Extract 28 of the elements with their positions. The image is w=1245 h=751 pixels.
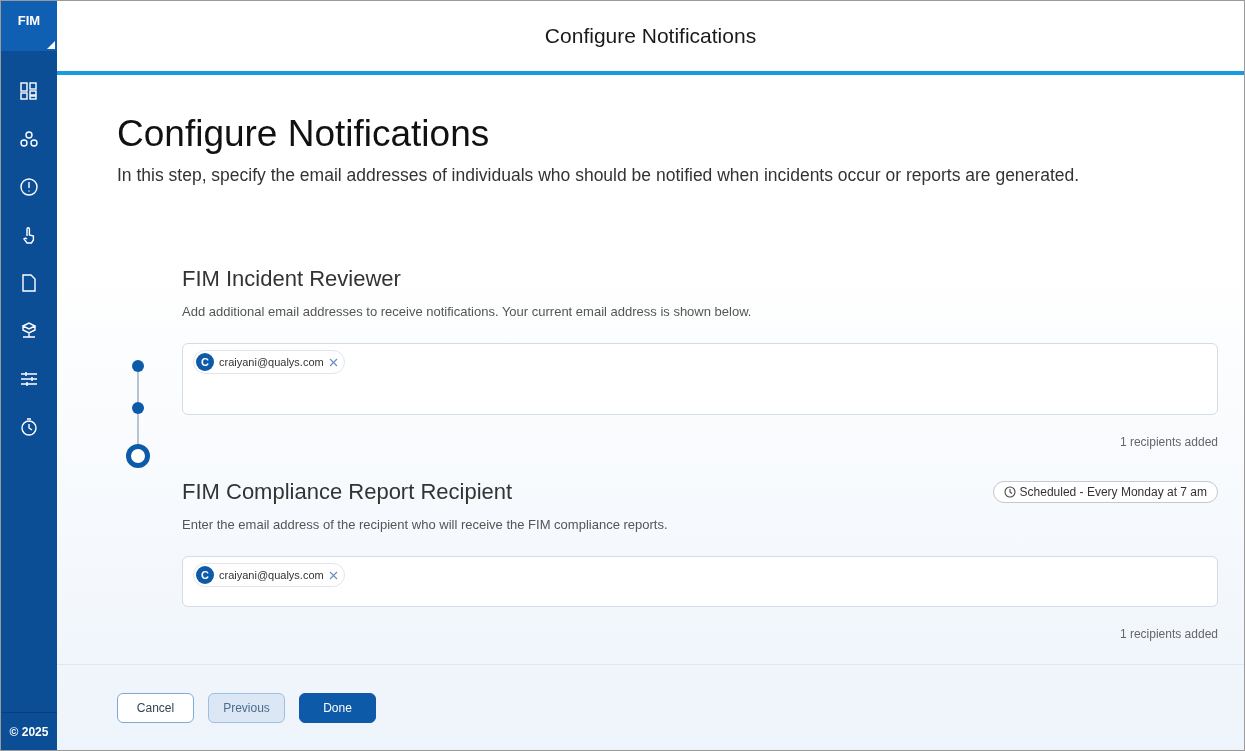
network-box-icon[interactable] (19, 321, 39, 341)
clock-icon (1003, 486, 1016, 498)
page-title: Configure Notifications (117, 113, 491, 155)
email-input-field[interactable]: C craiyani@qualys.com (182, 556, 1218, 607)
section-description: Enter the email address of the recipient who will receive the FIM compliance reports. (182, 517, 669, 532)
avatar-initial: C (196, 353, 214, 371)
sliders-icon[interactable] (19, 369, 39, 389)
section-title: FIM Incident Reviewer (182, 266, 401, 292)
recipient-count: 1 recipients added (1118, 435, 1218, 449)
schedule-text: Scheduled - Every Monday at 7 am (1019, 485, 1207, 499)
outline-button[interactable]: Cancel (117, 692, 194, 723)
email-input-field[interactable]: C craiyani@qualys.com (182, 343, 1218, 415)
dashboard-icon[interactable] (19, 81, 39, 101)
email-text: craiyani@qualys.com (219, 356, 324, 368)
avatar-initial: C (196, 566, 214, 584)
document-icon[interactable] (19, 273, 39, 293)
app-logo[interactable]: FIM (1, 1, 57, 51)
email-text: craiyani@qualys.com (219, 569, 324, 581)
section-title: FIM Compliance Report Recipient (182, 479, 513, 505)
primary-button[interactable]: Done (299, 692, 376, 723)
clock-icon[interactable] (19, 417, 39, 437)
nodes-icon[interactable] (19, 129, 39, 149)
alert-icon[interactable] (19, 177, 39, 197)
recipient-count: 1 recipients added (1118, 627, 1218, 641)
secondary-button[interactable]: Previous (208, 692, 285, 723)
corner-triangle-icon (47, 41, 55, 49)
section-description: Add additional email addresses to receive notifications. Your current email address is shown below. (182, 304, 753, 319)
page-description: In this step, specify the email addresses of individuals who should be notified when incidents occur or reports are generated. (117, 165, 1081, 186)
